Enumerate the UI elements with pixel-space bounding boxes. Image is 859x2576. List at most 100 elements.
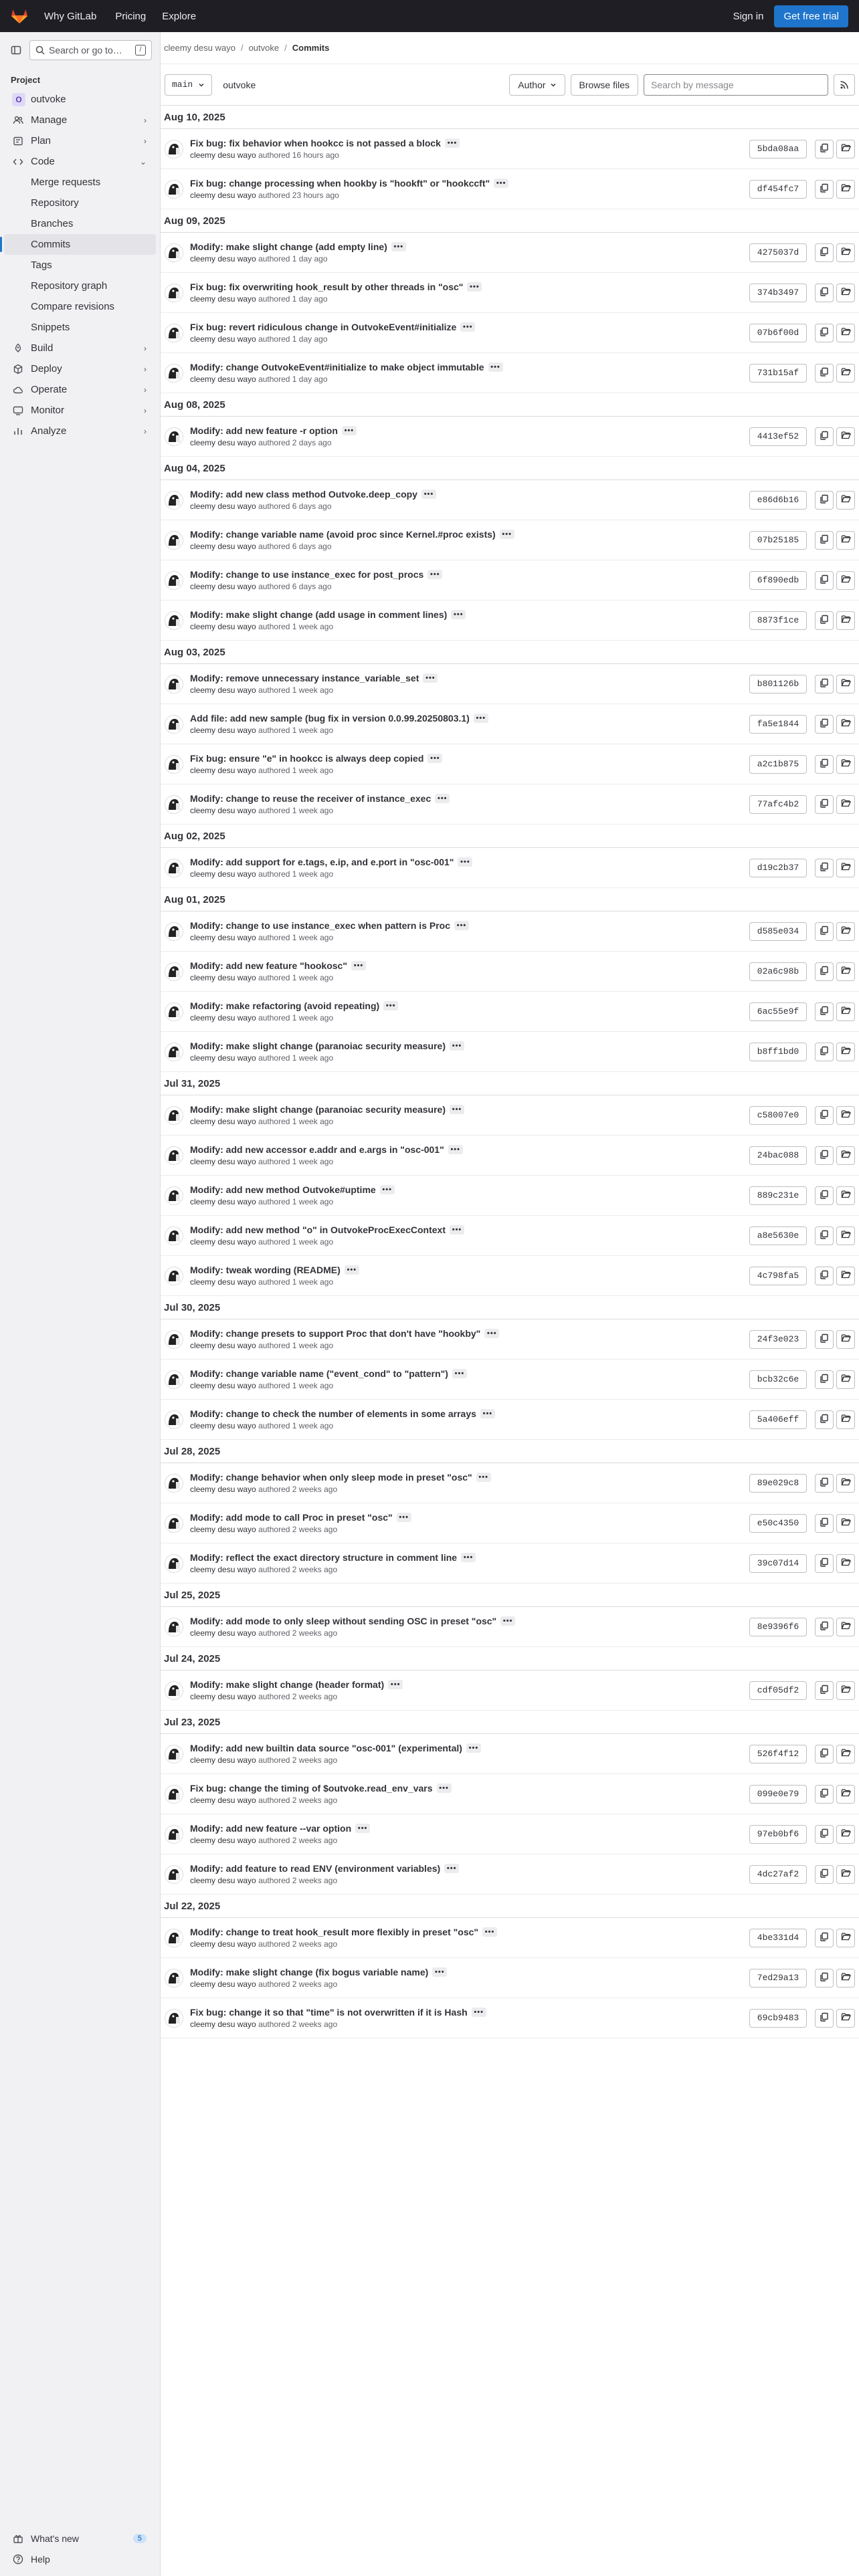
author-avatar[interactable] — [165, 922, 183, 941]
author-filter-button[interactable]: Author — [509, 74, 565, 96]
commit-sha-button[interactable]: 4c798fa5 — [749, 1266, 807, 1285]
commit-title-link[interactable]: Modify: make slight change (add usage in… — [190, 609, 447, 620]
toggle-commit-description-button[interactable]: ••• — [388, 1680, 403, 1689]
copy-sha-button[interactable] — [815, 611, 834, 630]
copy-sha-button[interactable] — [815, 363, 834, 383]
breadcrumb-group[interactable]: cleemy desu wayo — [164, 43, 235, 53]
commit-author-link[interactable]: cleemy desu wayo — [190, 1628, 256, 1638]
commit-sha-button[interactable]: 24f3e023 — [749, 1329, 807, 1349]
commit-title-link[interactable]: Modify: tweak wording (README) — [190, 1265, 341, 1275]
commit-title-link[interactable]: Modify: make refactoring (avoid repeatin… — [190, 1000, 379, 1011]
commit-sha-button[interactable]: a8e5630e — [749, 1226, 807, 1245]
browse-files-at-commit-button[interactable] — [836, 1744, 855, 1763]
browse-files-button[interactable]: Browse files — [570, 74, 638, 96]
author-avatar[interactable] — [165, 243, 183, 262]
copy-sha-button[interactable] — [815, 922, 834, 941]
sidebar-subitem-commits[interactable]: Commits — [0, 234, 156, 255]
sidebar-item-code[interactable]: Code ⌄ — [4, 151, 156, 172]
commit-author-link[interactable]: cleemy desu wayo — [190, 1237, 256, 1247]
sidebar-item-analyze[interactable]: Analyze › — [4, 421, 156, 441]
browse-files-at-commit-button[interactable] — [836, 1226, 855, 1245]
commit-author-link[interactable]: cleemy desu wayo — [190, 806, 256, 815]
commit-title-link[interactable]: Fix bug: change the timing of $outvoke.r… — [190, 1783, 433, 1794]
author-avatar[interactable] — [165, 1042, 183, 1061]
author-avatar[interactable] — [165, 1681, 183, 1700]
commit-author-link[interactable]: cleemy desu wayo — [190, 191, 256, 200]
browse-files-at-commit-button[interactable] — [836, 179, 855, 199]
commit-author-link[interactable]: cleemy desu wayo — [190, 1117, 256, 1126]
toggle-commit-description-button[interactable]: ••• — [341, 426, 357, 435]
commit-sha-button[interactable]: e86d6b16 — [749, 490, 807, 510]
commit-author-link[interactable]: cleemy desu wayo — [190, 1381, 256, 1390]
author-avatar[interactable] — [165, 179, 183, 199]
commit-sha-button[interactable]: 8873f1ce — [749, 611, 807, 630]
author-avatar[interactable] — [165, 962, 183, 981]
author-avatar[interactable] — [165, 1968, 183, 1988]
commit-sha-button[interactable]: 07b6f00d — [749, 323, 807, 342]
copy-sha-button[interactable] — [815, 1410, 834, 1429]
sidebar-subitem-tags[interactable]: Tags — [4, 255, 156, 276]
commit-author-link[interactable]: cleemy desu wayo — [190, 1565, 256, 1574]
copy-sha-button[interactable] — [815, 794, 834, 814]
repository-path[interactable]: outvoke — [223, 80, 256, 90]
toggle-commit-description-button[interactable]: ••• — [436, 1784, 452, 1793]
commit-sha-button[interactable]: 099e0e79 — [749, 1784, 807, 1804]
commit-author-link[interactable]: cleemy desu wayo — [190, 150, 256, 160]
commit-sha-button[interactable]: 4413ef52 — [749, 427, 807, 446]
toggle-commit-description-button[interactable]: ••• — [482, 1927, 498, 1937]
commit-sha-button[interactable]: 89e029c8 — [749, 1473, 807, 1493]
author-avatar[interactable] — [165, 1329, 183, 1349]
toggle-commit-description-button[interactable]: ••• — [460, 322, 476, 332]
copy-sha-button[interactable] — [815, 1042, 834, 1061]
toggle-commit-description-button[interactable]: ••• — [473, 714, 488, 723]
copy-sha-button[interactable] — [815, 754, 834, 774]
copy-sha-button[interactable] — [815, 427, 834, 446]
author-avatar[interactable] — [165, 1266, 183, 1285]
toggle-commit-description-button[interactable]: ••• — [480, 1409, 495, 1418]
browse-files-at-commit-button[interactable] — [836, 363, 855, 383]
author-avatar[interactable] — [165, 2008, 183, 2028]
toggle-commit-description-button[interactable]: ••• — [452, 1369, 467, 1378]
sidebar-subitem-merge-requests[interactable]: Merge requests — [4, 172, 156, 193]
browse-files-at-commit-button[interactable] — [836, 962, 855, 981]
copy-sha-button[interactable] — [815, 139, 834, 158]
commit-author-link[interactable]: cleemy desu wayo — [190, 294, 256, 304]
author-avatar[interactable] — [165, 1410, 183, 1429]
toggle-commit-description-button[interactable]: ••• — [476, 1473, 491, 1482]
commit-author-link[interactable]: cleemy desu wayo — [190, 973, 256, 982]
copy-sha-button[interactable] — [815, 243, 834, 262]
copy-sha-button[interactable] — [815, 1002, 834, 1021]
browse-files-at-commit-button[interactable] — [836, 490, 855, 510]
browse-files-at-commit-button[interactable] — [836, 2008, 855, 2028]
copy-sha-button[interactable] — [815, 179, 834, 199]
browse-files-at-commit-button[interactable] — [836, 1042, 855, 1061]
commit-title-link[interactable]: Modify: add new accessor e.addr and e.ar… — [190, 1144, 444, 1155]
commit-sha-button[interactable]: 24bac088 — [749, 1146, 807, 1165]
copy-sha-button[interactable] — [815, 1186, 834, 1205]
browse-files-at-commit-button[interactable] — [836, 1410, 855, 1429]
commit-author-link[interactable]: cleemy desu wayo — [190, 2020, 256, 2029]
browse-files-at-commit-button[interactable] — [836, 794, 855, 814]
help-button[interactable]: Help — [4, 2549, 156, 2569]
author-avatar[interactable] — [165, 139, 183, 158]
commit-sha-button[interactable]: 4dc27af2 — [749, 1864, 807, 1884]
commit-sha-button[interactable]: 6f890edb — [749, 570, 807, 590]
author-avatar[interactable] — [165, 1824, 183, 1844]
browse-files-at-commit-button[interactable] — [836, 754, 855, 774]
commit-author-link[interactable]: cleemy desu wayo — [190, 1157, 256, 1166]
commit-title-link[interactable]: Modify: add mode to only sleep without s… — [190, 1616, 496, 1626]
author-avatar[interactable] — [165, 1105, 183, 1125]
commit-author-link[interactable]: cleemy desu wayo — [190, 1939, 256, 1949]
browse-files-at-commit-button[interactable] — [836, 1513, 855, 1533]
author-avatar[interactable] — [165, 1744, 183, 1763]
browse-files-at-commit-button[interactable] — [836, 1370, 855, 1389]
toggle-commit-description-button[interactable]: ••• — [500, 1616, 516, 1626]
commit-title-link[interactable]: Fix bug: ensure "e" in hookcc is always … — [190, 753, 423, 764]
author-avatar[interactable] — [165, 794, 183, 814]
toggle-commit-description-button[interactable]: ••• — [450, 1041, 465, 1051]
commit-author-link[interactable]: cleemy desu wayo — [190, 374, 256, 384]
nav-explore[interactable]: Explore — [162, 11, 196, 22]
browse-files-at-commit-button[interactable] — [836, 283, 855, 302]
browse-files-at-commit-button[interactable] — [836, 674, 855, 693]
commit-title-link[interactable]: Modify: add new method Outvoke#uptime — [190, 1184, 376, 1195]
